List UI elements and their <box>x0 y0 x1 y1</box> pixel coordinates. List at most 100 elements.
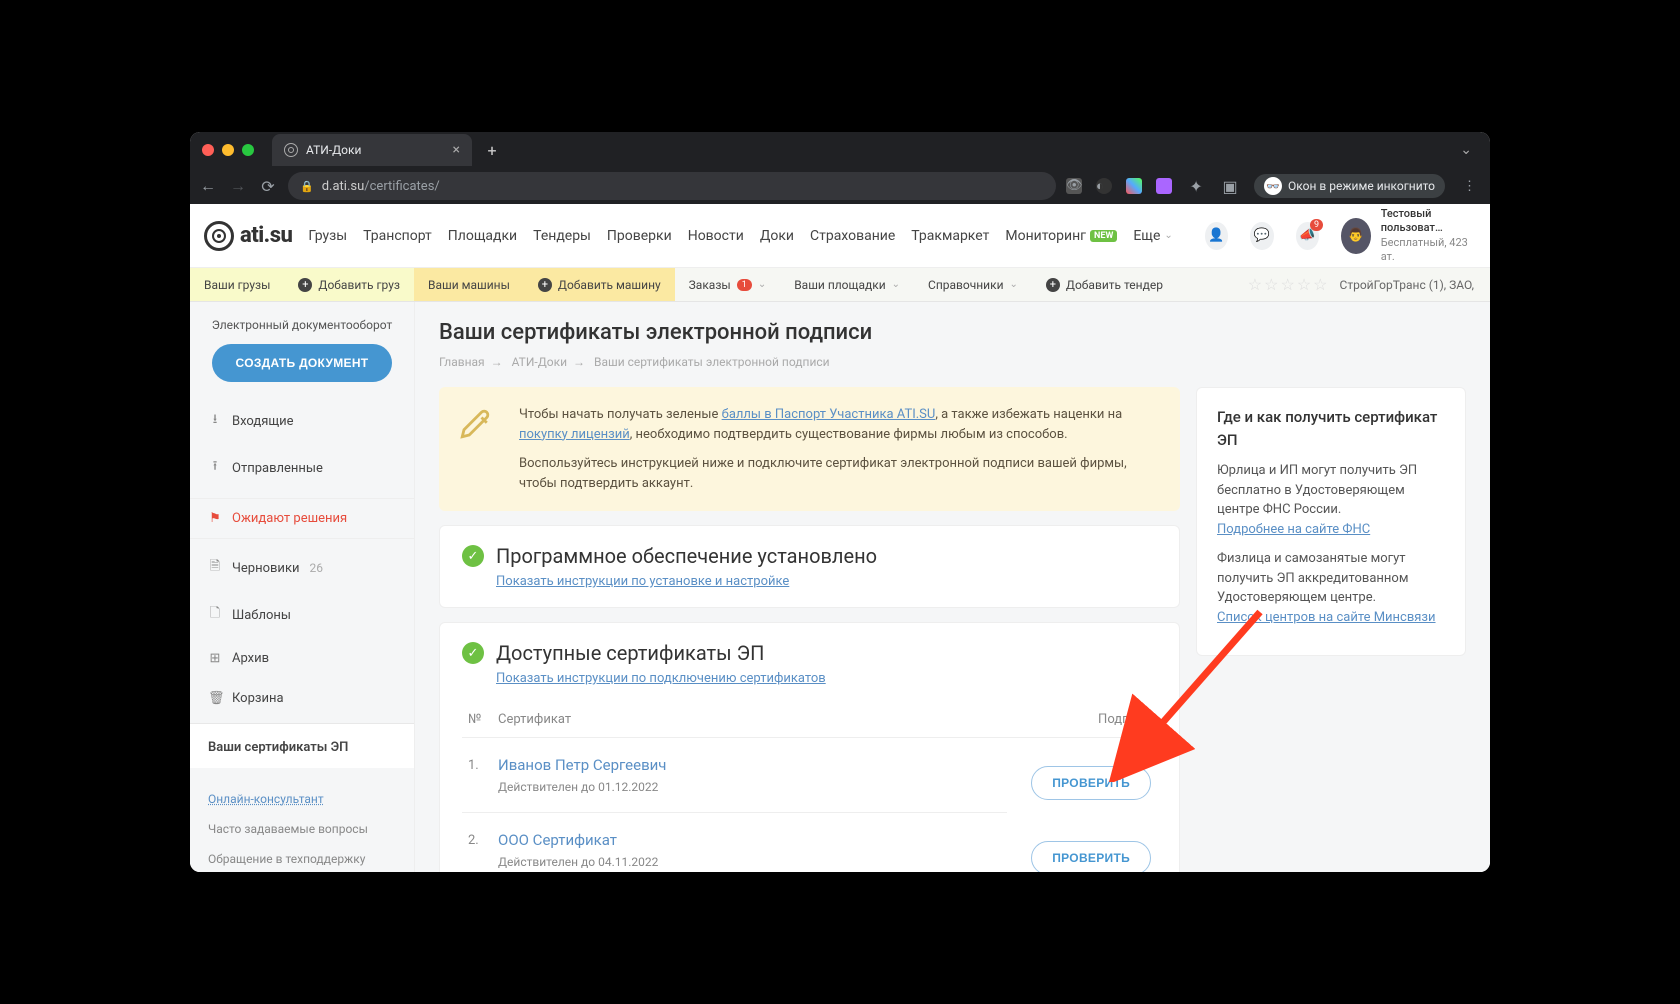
window-controls[interactable] <box>202 144 254 156</box>
user-menu[interactable]: 👨 Тестовый пользоват… Бесплатный, 423 ат… <box>1341 207 1476 264</box>
sidebar-link-support[interactable]: Обращение в техподдержку <box>208 844 396 872</box>
back-button[interactable]: ← <box>198 176 218 196</box>
ext-icon[interactable]: 👁 <box>1066 178 1082 194</box>
subnav-orders[interactable]: Заказы 1 ⌄ <box>675 268 781 301</box>
user-plan: Бесплатный, 423 ат. <box>1381 236 1476 265</box>
menu-item[interactable]: Грузы <box>308 228 347 244</box>
extensions-icon[interactable]: ✦ <box>1186 176 1206 196</box>
main-menu: Грузы Транспорт Площадки Тендеры Проверк… <box>308 228 1172 244</box>
menu-item[interactable]: Транспорт <box>363 228 432 244</box>
subnav-item[interactable]: Ваши машины <box>414 268 524 301</box>
subnav-platforms[interactable]: Ваши площадки ⌄ <box>780 268 914 301</box>
panel-icon[interactable]: ▣ <box>1220 176 1240 196</box>
sub-nav: Ваши грузы +Добавить груз Ваши машины +Д… <box>190 268 1490 302</box>
notifications-icon[interactable]: 📣 <box>1296 222 1319 250</box>
site-logo[interactable]: ati.su <box>204 221 292 251</box>
ext-icon[interactable] <box>1156 178 1172 194</box>
new-badge: NEW <box>1090 230 1117 242</box>
flag-icon: ⚑ <box>208 511 222 526</box>
extension-icons: 👁 ◐ ✦ ▣ 👓 Окон в режиме инкогнито ⋮ <box>1066 174 1482 198</box>
download-icon: ⭳ <box>208 410 222 432</box>
chevron-down-icon: ⌄ <box>1164 230 1172 241</box>
sidebar-item-trash[interactable]: 🗑Корзина <box>190 679 414 719</box>
company-name[interactable]: СтройГорТранс (1), ЗАО, <box>1340 278 1490 292</box>
subnav-add-tender[interactable]: +Добавить тендер <box>1032 268 1177 301</box>
aside-link-fns[interactable]: Подробнее на сайте ФНС <box>1217 522 1370 537</box>
sidebar-link-consultant[interactable]: Онлайн-консультант <box>208 792 324 806</box>
orders-badge: 1 <box>737 279 752 291</box>
sidebar-title: Электронный документооборот <box>190 318 414 344</box>
breadcrumb: Главная→ АТИ-Доки→ Ваши сертификаты элек… <box>439 355 1466 369</box>
banner-link-license[interactable]: покупку лицензий <box>519 427 630 442</box>
crumb[interactable]: АТИ-Доки <box>512 355 567 369</box>
check-icon: ✓ <box>462 642 484 664</box>
menu-item[interactable]: Тендеры <box>533 228 591 244</box>
sidebar-link-faq[interactable]: Часто задаваемые вопросы <box>208 814 396 844</box>
minimize-window-icon[interactable] <box>222 144 234 156</box>
profile-icon[interactable]: 👤 <box>1205 222 1228 250</box>
browser-tab[interactable]: АТИ-Доки × <box>272 134 472 166</box>
main-content: Ваши сертификаты электронной подписи Гла… <box>415 302 1490 872</box>
subnav-add-vehicle[interactable]: +Добавить машину <box>524 268 675 301</box>
sidebar-item-archive[interactable]: ⊞Архив <box>190 639 414 679</box>
menu-item[interactable]: Мониторинг NEW <box>1005 228 1117 244</box>
incognito-label: Окон в режиме инкогнито <box>1288 179 1435 193</box>
subnav-refs[interactable]: Справочники ⌄ <box>914 268 1032 301</box>
ext-icon[interactable]: ◐ <box>1096 178 1112 194</box>
cert-name-link[interactable]: ООО Сертификат <box>498 831 1001 849</box>
plus-icon: + <box>298 278 312 292</box>
plus-icon: + <box>1046 278 1060 292</box>
software-card: ✓ Программное обеспечение установлено По… <box>439 525 1180 608</box>
sidebar-item-sent[interactable]: ⭱Отправленные <box>190 445 414 492</box>
sidebar-item-pending[interactable]: ⚑Ожидают решения <box>190 498 414 539</box>
subnav-add-cargo[interactable]: +Добавить груз <box>284 268 414 301</box>
browser-menu-icon[interactable]: ⋮ <box>1459 179 1482 194</box>
sidebar-item-drafts[interactable]: 🗎Черновики 26 <box>190 545 414 592</box>
menu-item[interactable]: Новости <box>688 228 744 244</box>
cert-validity: Действителен до 01.12.2022 <box>498 780 1001 794</box>
reload-button[interactable]: ⟳ <box>258 176 278 196</box>
new-tab-button[interactable]: + <box>480 138 504 162</box>
rating-stars: ☆☆☆☆☆ <box>1248 275 1340 294</box>
verify-button[interactable]: ПРОВЕРИТЬ <box>1031 766 1151 800</box>
tabs-dropdown-icon[interactable]: ⌄ <box>1460 142 1478 158</box>
banner-link-passport[interactable]: баллы в Паспорт Участника ATI.SU <box>722 407 936 422</box>
certificates-table: № Сертификат Подпись 1. Иванов Петр Серг… <box>462 702 1157 872</box>
menu-item[interactable]: Доки <box>760 228 794 244</box>
col-number: № <box>462 702 492 738</box>
maximize-window-icon[interactable] <box>242 144 254 156</box>
incognito-icon: 👓 <box>1264 177 1282 195</box>
aside-link-minsvyaz[interactable]: Список центров на сайте Минсвязи <box>1217 610 1436 625</box>
menu-item[interactable]: Проверки <box>607 228 672 244</box>
card-title: Доступные сертификаты ЭП <box>496 641 764 665</box>
browser-window: АТИ-Доки × + ⌄ ← → ⟳ 🔒 d.ati.su/certific… <box>190 132 1490 872</box>
address-bar[interactable]: 🔒 d.ati.su/certificates/ <box>288 172 1056 200</box>
table-row: 2. ООО Сертификат ПРОВЕРИТЬ <box>462 813 1157 852</box>
sidebar-item-templates[interactable]: 🗋Шаблоны <box>190 592 414 639</box>
show-install-instructions-link[interactable]: Показать инструкции по установке и настр… <box>496 574 789 589</box>
close-window-icon[interactable] <box>202 144 214 156</box>
col-signature: Подпись <box>1007 702 1157 738</box>
url-path: /certificates/ <box>364 179 440 194</box>
menu-item[interactable]: Тракмаркет <box>911 228 989 244</box>
menu-item[interactable]: Площадки <box>448 228 517 244</box>
forward-button[interactable]: → <box>228 176 248 196</box>
chat-icon[interactable]: 💬 <box>1250 222 1273 250</box>
sidebar-item-certificates[interactable]: Ваши сертификаты ЭП <box>190 723 414 768</box>
menu-item[interactable]: Страхование <box>810 228 895 244</box>
close-tab-icon[interactable]: × <box>453 142 460 158</box>
crumb[interactable]: Главная <box>439 355 485 369</box>
show-cert-instructions-link[interactable]: Показать инструкции по подключению серти… <box>496 671 826 686</box>
menu-more[interactable]: Еще ⌄ <box>1133 228 1172 244</box>
info-banner: Чтобы начать получать зеленые баллы в Па… <box>439 387 1180 511</box>
ext-icon[interactable] <box>1126 178 1142 194</box>
verify-button[interactable]: ПРОВЕРИТЬ <box>1031 841 1151 872</box>
subnav-item[interactable]: Ваши грузы <box>190 268 284 301</box>
aside-help-card: Где и как получить сертификат ЭП Юрлица … <box>1196 387 1466 656</box>
cert-name-link[interactable]: Иванов Петр Сергеевич <box>498 756 1001 774</box>
create-document-button[interactable]: СОЗДАТЬ ДОКУМЕНТ <box>212 344 393 382</box>
tab-title: АТИ-Доки <box>306 143 361 157</box>
file-icon: 🗎 <box>208 557 222 579</box>
sidebar-footer: Онлайн-консультант Часто задаваемые вопр… <box>190 768 414 872</box>
sidebar-item-inbox[interactable]: ⭳Входящие <box>190 398 414 445</box>
